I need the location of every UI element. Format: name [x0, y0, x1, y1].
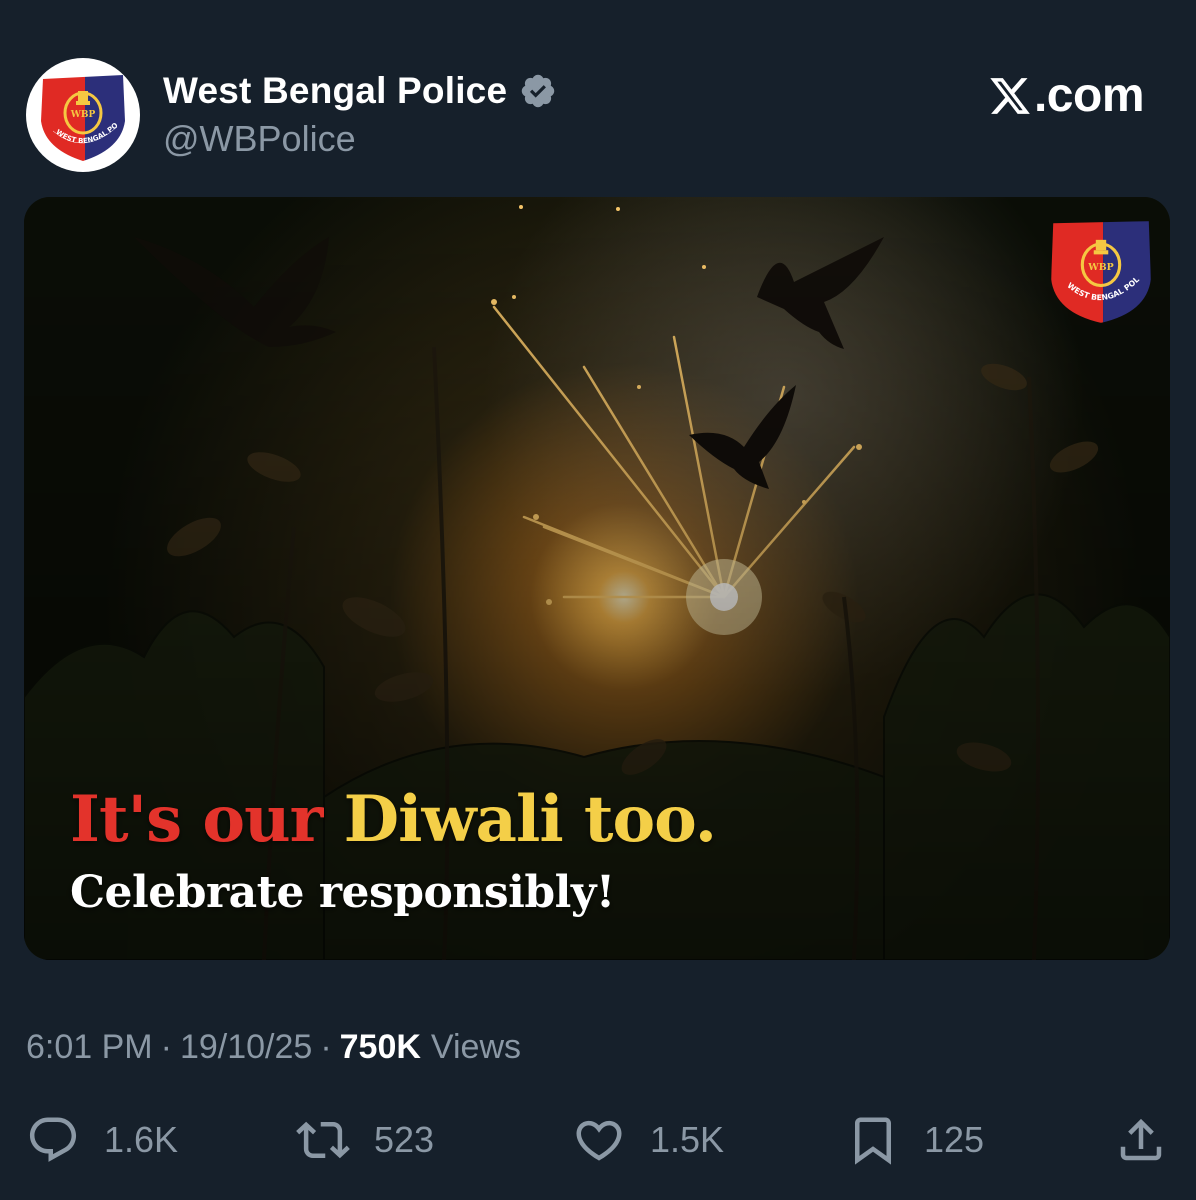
action-bar: 1.6K 523 1.5K 125: [0, 1110, 1196, 1170]
image-headline: It's our Diwali too.: [70, 782, 717, 857]
headline-part-2: Diwali too.: [343, 782, 717, 857]
like-button[interactable]: 1.5K: [572, 1110, 724, 1170]
reply-button[interactable]: 1.6K: [26, 1110, 178, 1170]
share-button[interactable]: [1114, 1110, 1168, 1170]
meta-separator: ·: [320, 1028, 332, 1066]
post-meta: 6:01 PM · 19/10/25 · 750K Views: [26, 1028, 521, 1067]
verified-badge-icon: [522, 74, 555, 108]
bookmark-icon: [855, 1117, 891, 1165]
reply-count: 1.6K: [104, 1119, 179, 1160]
author-handle[interactable]: @WBPolice: [163, 118, 356, 160]
retweet-button[interactable]: 523: [296, 1110, 434, 1170]
retweet-count: 523: [374, 1119, 435, 1160]
like-count: 1.5K: [650, 1119, 725, 1160]
image-subline: Celebrate responsibly!: [70, 867, 615, 918]
views-count[interactable]: 750K: [340, 1028, 421, 1067]
display-name[interactable]: West Bengal Police: [163, 70, 557, 112]
post-time[interactable]: 6:01 PM: [26, 1028, 153, 1067]
avatar[interactable]: WBP WEST BENGAL POLICE: [26, 58, 140, 172]
x-logo-icon: [990, 77, 1030, 114]
post-date[interactable]: 19/10/25: [180, 1028, 312, 1067]
views-label: Views: [430, 1028, 522, 1066]
west-bengal-police-emblem-icon: WBP WEST BENGAL POLICE: [33, 65, 125, 161]
bookmark-count: 125: [924, 1119, 985, 1160]
retweet-icon: [296, 1121, 350, 1159]
display-name-text: West Bengal Police: [163, 70, 508, 111]
svg-text:WBP: WBP: [70, 110, 96, 120]
heart-icon: [576, 1120, 622, 1161]
reply-icon: [29, 1117, 77, 1162]
bookmark-button[interactable]: 125: [846, 1110, 984, 1170]
post-image[interactable]: WBP WEST BENGAL POLICE It's our Diwali t…: [24, 197, 1170, 960]
svg-text:WBP: WBP: [1087, 262, 1113, 273]
x-com-brand[interactable]: .com: [988, 68, 1145, 123]
west-bengal-police-emblem-badge-icon: WBP WEST BENGAL POLICE: [1049, 217, 1151, 323]
share-icon: [1120, 1118, 1162, 1161]
headline-part-1: It's our: [70, 782, 344, 857]
site-label: .com: [1033, 69, 1145, 122]
meta-separator: ·: [160, 1028, 172, 1066]
